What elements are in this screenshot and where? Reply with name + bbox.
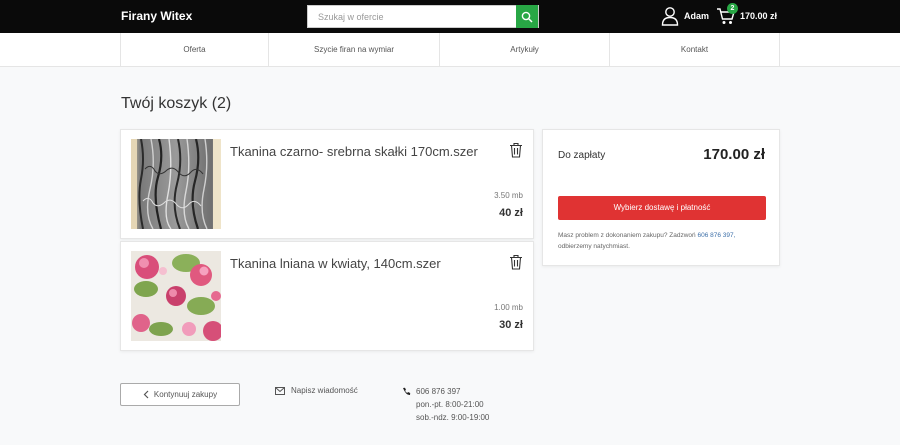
cart-item: Tkanina lniana w kwiaty, 140cm.szer 1.00…	[120, 241, 534, 351]
help-phone-link[interactable]: 606 876 397,	[697, 232, 735, 239]
cart-item: Tkanina czarno- srebrna skałki 170cm.sze…	[120, 129, 534, 239]
cart-icon-wrap: 2	[716, 3, 738, 26]
hours-weekend: sob.-ndz. 9:00-19:00	[416, 413, 490, 422]
nav-item-oferta[interactable]: Oferta	[121, 33, 269, 66]
nav-item-kontakt[interactable]: Kontakt	[610, 33, 780, 66]
user-account[interactable]: Adam	[661, 6, 709, 26]
product-image[interactable]	[131, 251, 221, 341]
write-message-link[interactable]: Napisz wiadomość	[275, 386, 358, 395]
user-name: Adam	[684, 11, 710, 21]
help-text: Masz problem z dokonaniem zakupu? Zadzwo…	[558, 232, 696, 239]
search-button[interactable]	[516, 5, 538, 28]
search-box	[307, 5, 539, 28]
user-icon	[661, 7, 679, 26]
phone-number[interactable]: 606 876 397	[416, 387, 461, 396]
message-label: Napisz wiadomość	[291, 386, 358, 395]
total-amount: 170.00 zł	[703, 146, 765, 163]
nav-item-szycie[interactable]: Szycie firan na wymiar	[269, 33, 440, 66]
chevron-left-icon	[143, 390, 149, 399]
product-name[interactable]: Tkanina czarno- srebrna skałki 170cm.sze…	[230, 144, 478, 159]
search-icon	[521, 11, 533, 23]
checkout-button[interactable]: Wybierz dostawę i płatność	[558, 196, 766, 220]
product-quantity: 3.50 mb	[494, 191, 523, 200]
continue-shopping-button[interactable]: Kontynuuj zakupy	[120, 383, 240, 406]
contact-info: 606 876 397 pon.-pt. 8:00-21:00 sob.-ndz…	[402, 385, 489, 424]
cart-total: 170.00 zł	[740, 11, 778, 21]
hours-weekday: pon.-pt. 8:00-21:00	[416, 400, 484, 409]
product-name[interactable]: Tkanina lniana w kwiaty, 140cm.szer	[230, 256, 441, 271]
help-note: Masz problem z dokonaniem zakupu? Zadzwo…	[558, 230, 768, 252]
total-label: Do zapłaty	[558, 150, 606, 161]
product-price: 40 zł	[499, 207, 523, 219]
product-image[interactable]	[131, 139, 221, 229]
envelope-icon	[275, 386, 285, 395]
cart-count-badge: 2	[727, 3, 738, 14]
product-price: 30 zł	[499, 319, 523, 331]
help-suffix: odbierzemy natychmiast.	[558, 243, 630, 250]
product-quantity: 1.00 mb	[494, 303, 523, 312]
main-nav: Oferta Szycie firan na wymiar Artykuły K…	[0, 33, 900, 67]
phone-icon	[403, 387, 411, 396]
search-input[interactable]	[308, 6, 518, 27]
continue-label: Kontynuuj zakupy	[153, 390, 218, 399]
top-header: Firany Witex Adam 2 170.00 zł	[0, 0, 900, 33]
nav-item-artykuly[interactable]: Artykuły	[440, 33, 610, 66]
page-title: Twój koszyk (2)	[121, 95, 232, 112]
brand-logo[interactable]: Firany Witex	[121, 9, 192, 23]
order-summary: Do zapłaty 170.00 zł Wybierz dostawę i p…	[542, 129, 780, 266]
trash-icon[interactable]	[509, 142, 523, 158]
cart-button[interactable]: 2 170.00 zł	[716, 3, 778, 26]
trash-icon[interactable]	[509, 254, 523, 270]
